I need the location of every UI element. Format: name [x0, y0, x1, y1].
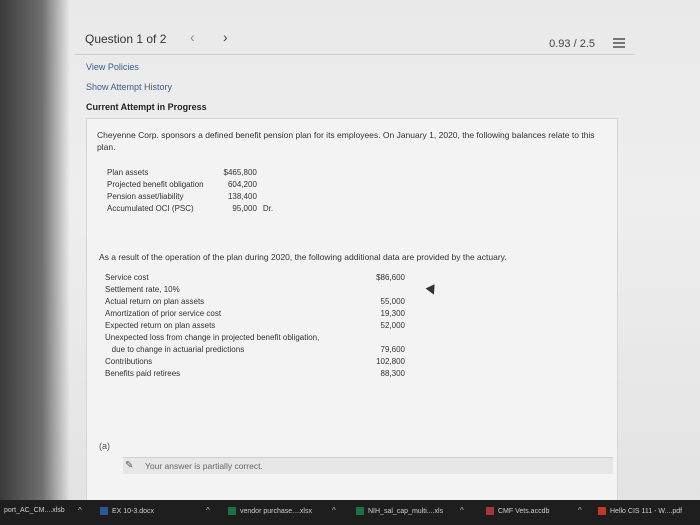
partial-correct-notice: ✎ Your answer is partially correct.	[123, 457, 613, 474]
chevron-up-icon[interactable]: ^	[460, 506, 464, 515]
chevron-up-icon[interactable]: ^	[332, 506, 336, 515]
balances-table: Plan assets $465,800 Projected benefit ob…	[105, 166, 275, 214]
browser-screen: Question 1 of 2 ‹ › 0.93 / 2.5 View Poli…	[0, 0, 700, 502]
chevron-up-icon[interactable]: ^	[78, 506, 82, 515]
question-header: Question 1 of 2 ‹ › 0.93 / 2.5	[75, 24, 635, 55]
question-label: Question 1 of 2	[85, 32, 167, 46]
chevron-up-icon[interactable]: ^	[206, 506, 210, 515]
table-row: Expected return on plan assets 52,000	[105, 321, 405, 330]
chevron-right-icon[interactable]: ›	[223, 29, 228, 45]
notice-text: Your answer is partially correct.	[145, 461, 263, 471]
table-row: Benefits paid retirees 88,300	[105, 369, 405, 378]
access-icon	[486, 507, 494, 515]
show-attempt-history-link[interactable]: Show Attempt History	[86, 77, 207, 97]
part-a-label: (a)	[99, 441, 110, 451]
taskbar-item[interactable]: Hello CIS 111 - W....pdf	[598, 507, 682, 515]
list-icon[interactable]	[613, 38, 625, 48]
table-row: due to change in actuarial predictions 79…	[105, 345, 405, 354]
taskbar-item[interactable]: port_AC_CM....xlsb	[4, 507, 65, 514]
additional-data-intro: As a result of the operation of the plan…	[99, 252, 507, 262]
table-row: Actual return on plan assets 55,000	[105, 297, 405, 306]
taskbar-item[interactable]: EX 10-3.docx	[100, 507, 154, 515]
pdf-icon	[598, 507, 606, 515]
chevron-left-icon[interactable]: ‹	[190, 29, 195, 45]
table-row: Pension asset/liability 138,400	[107, 191, 257, 201]
taskbar-item[interactable]: NIH_sal_cap_multi....xls	[356, 507, 443, 515]
table-row: Amortization of prior service cost 19,300	[105, 309, 405, 318]
taskbar: port_AC_CM....xlsb ^ EX 10-3.docx ^ vend…	[0, 500, 700, 525]
question-content: Cheyenne Corp. sponsors a defined benefi…	[86, 118, 618, 502]
left-shadow	[0, 0, 70, 500]
excel-icon	[228, 507, 236, 515]
table-row: Service cost $86,600	[105, 273, 405, 282]
table-row: Accumulated OCI (PSC) 95,000 Dr.	[107, 203, 274, 213]
problem-intro: Cheyenne Corp. sponsors a defined benefi…	[97, 130, 595, 152]
actuary-data-table: Service cost $86,600 Settlement rate, 10%…	[105, 273, 405, 381]
taskbar-item[interactable]: CMF Vets.accdb	[486, 507, 549, 515]
chevron-up-icon[interactable]: ^	[578, 506, 582, 515]
attempt-links: View Policies Show Attempt History Curre…	[86, 57, 207, 117]
pencil-icon: ✎	[125, 460, 134, 471]
score-display: 0.93 / 2.5	[549, 38, 595, 50]
table-row: Unexpected loss from change in projected…	[105, 333, 320, 342]
table-row: Contributions 102,800	[105, 357, 405, 366]
word-icon	[100, 507, 108, 515]
taskbar-item[interactable]: vendor purchase....xlsx	[228, 507, 312, 515]
excel-icon	[356, 507, 364, 515]
table-row: Plan assets $465,800	[107, 167, 257, 177]
view-policies-link[interactable]: View Policies	[86, 57, 207, 77]
table-row: Settlement rate, 10%	[105, 285, 180, 294]
current-attempt-label: Current Attempt in Progress	[86, 102, 207, 112]
table-row: Projected benefit obligation 604,200	[107, 179, 257, 189]
